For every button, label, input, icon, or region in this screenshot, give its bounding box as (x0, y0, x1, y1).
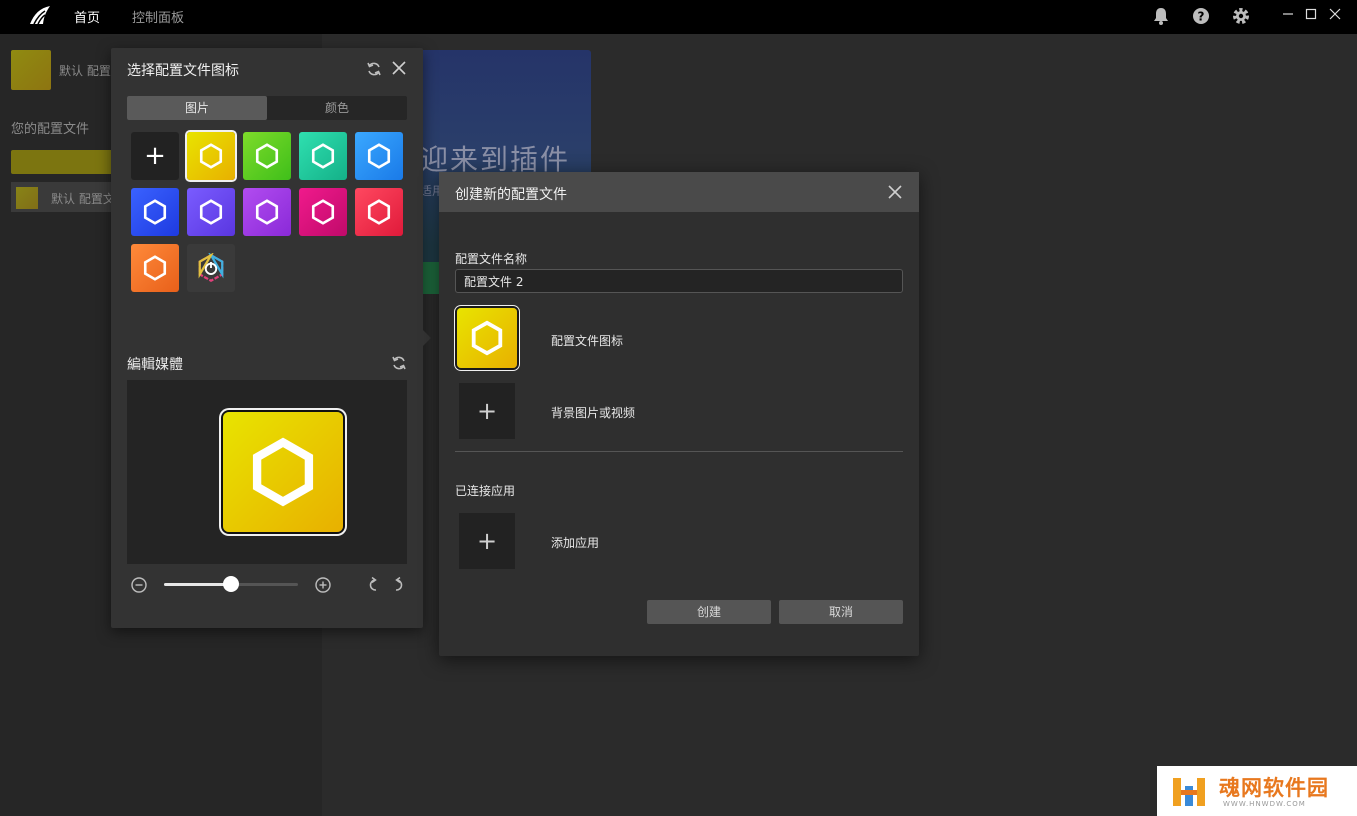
preview-hexagon-icon (223, 412, 343, 532)
create-button[interactable]: 创建 (647, 600, 771, 624)
rotate-left-icon[interactable] (365, 576, 381, 594)
panel-pointer (423, 330, 431, 346)
dialog-header: 创建新的配置文件 (439, 172, 919, 212)
connected-apps-title: 已连接应用 (455, 484, 516, 498)
watermark-url: WWW.HNWDW.COM (1223, 800, 1306, 808)
reset-icon[interactable] (365, 60, 383, 78)
profile-name-input[interactable] (455, 269, 903, 293)
icue-logo-tile[interactable] (187, 244, 235, 292)
picker-title: 选择配置文件图标 (127, 63, 239, 79)
watermark-logo-icon (1173, 778, 1205, 806)
zoom-in-icon[interactable] (314, 576, 332, 594)
hexagon-icon-tile[interactable] (187, 132, 235, 180)
icue-logo-icon (198, 253, 224, 283)
hexagon-icon-tile[interactable] (131, 244, 179, 292)
hexagon-icon (367, 143, 391, 169)
close-icon[interactable] (1327, 6, 1343, 22)
profile-item-icon (16, 187, 38, 209)
plus-icon: + (476, 527, 498, 555)
profile-item-label: 默认 配置文 (51, 192, 115, 206)
add-background-button[interactable]: + (459, 383, 515, 439)
hexagon-icon-tile[interactable] (299, 132, 347, 180)
hexagon-icon (143, 199, 167, 225)
zoom-slider-fill (164, 583, 231, 586)
maximize-icon[interactable] (1303, 6, 1319, 22)
picker-tabs: 图片 颜色 (127, 96, 407, 120)
hexagon-icon-tile[interactable] (131, 188, 179, 236)
rotate-right-icon[interactable] (391, 576, 407, 594)
zoom-slider-knob[interactable] (223, 576, 239, 592)
watermark-text: 魂网软件园 (1219, 776, 1329, 800)
watermark: 魂网软件园 WWW.HNWDW.COM (1157, 766, 1357, 816)
plus-icon: + (476, 397, 498, 425)
hexagon-icon-tile[interactable] (355, 188, 403, 236)
icon-picker-panel: 选择配置文件图标 图片 颜色 + 編輯媒體 (111, 48, 423, 628)
hexagon-icon (311, 199, 335, 225)
add-app-button[interactable]: + (459, 513, 515, 569)
hexagon-icon-tile[interactable] (243, 188, 291, 236)
help-icon[interactable]: ? (1191, 6, 1211, 26)
background-label: 背景图片或视频 (551, 406, 636, 420)
bell-icon[interactable] (1151, 6, 1171, 26)
edit-reset-icon[interactable] (390, 354, 408, 372)
profile-icon-button[interactable] (457, 308, 517, 368)
dialog-title: 创建新的配置文件 (455, 187, 567, 203)
nav-home[interactable]: 首页 (74, 7, 100, 26)
hexagon-icon-tile[interactable] (299, 188, 347, 236)
create-profile-dialog: 创建新的配置文件 配置文件名称 配置文件图标 + 背景图片或视频 已连接应用 +… (439, 172, 919, 656)
add-image-tile[interactable]: + (131, 132, 179, 180)
dialog-close-icon[interactable] (886, 183, 904, 201)
profile-icon-label: 配置文件图标 (551, 334, 624, 348)
hexagon-icon-tile[interactable] (355, 132, 403, 180)
hexagon-icon (199, 143, 223, 169)
hexagon-icon (471, 320, 503, 356)
hexagon-icon (199, 199, 223, 225)
nav-dashboard[interactable]: 控制面板 (132, 7, 184, 26)
hexagon-icon (255, 199, 279, 225)
tab-images[interactable]: 图片 (127, 96, 267, 120)
hexagon-icon-tile[interactable] (243, 132, 291, 180)
current-profile-icon[interactable] (11, 50, 51, 90)
tab-colors[interactable]: 颜色 (267, 96, 407, 120)
zoom-out-icon[interactable] (130, 576, 148, 594)
hexagon-icon (255, 143, 279, 169)
minimize-icon[interactable] (1280, 6, 1296, 22)
profiles-section-title: 您的配置文件 (11, 122, 90, 137)
current-profile-label: 默认 配置 (59, 64, 111, 78)
hexagon-icon-tile[interactable] (187, 188, 235, 236)
corsair-logo-icon (30, 6, 50, 25)
title-bar: 首页 控制面板 ? (0, 0, 1357, 34)
cancel-button[interactable]: 取消 (779, 600, 903, 624)
media-preview-area[interactable] (127, 380, 407, 564)
hexagon-icon (367, 199, 391, 225)
divider (455, 451, 903, 452)
picker-close-icon[interactable] (390, 59, 408, 77)
profile-name-label: 配置文件名称 (455, 252, 528, 266)
gear-icon[interactable] (1231, 6, 1251, 26)
hexagon-icon (143, 255, 167, 281)
svg-text:?: ? (1198, 10, 1205, 24)
add-app-label: 添加应用 (551, 536, 600, 550)
hexagon-icon (311, 143, 335, 169)
edit-media-title: 編輯媒體 (127, 357, 183, 373)
